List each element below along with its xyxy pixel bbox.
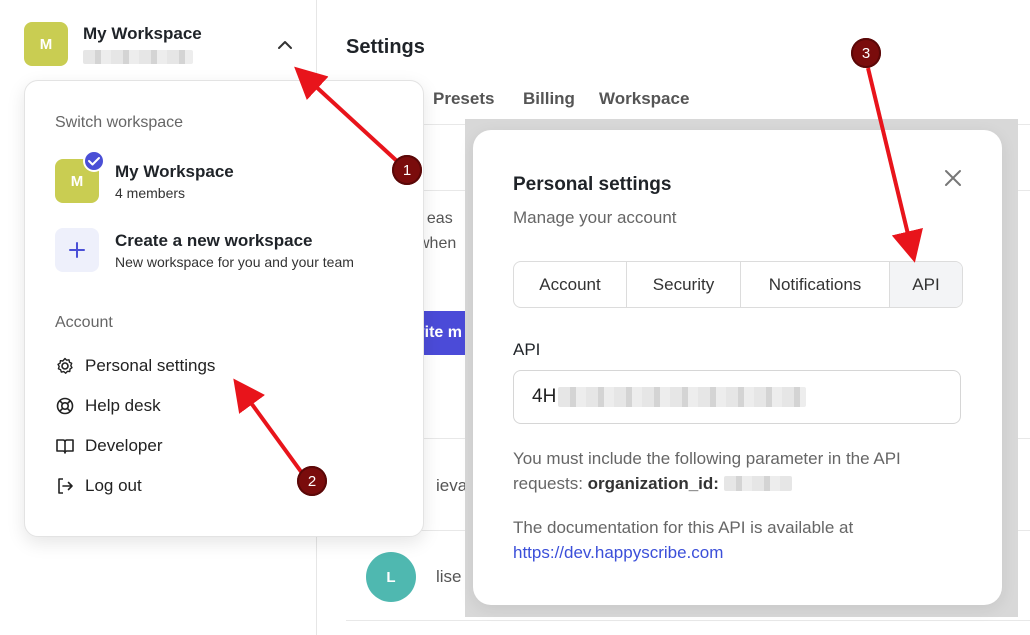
- modal-subtitle: Manage your account: [513, 208, 677, 227]
- plus-icon: [55, 228, 99, 272]
- row-divider: [346, 620, 1030, 621]
- tab-account[interactable]: Account: [514, 262, 627, 307]
- menu-item-personal-settings[interactable]: Personal settings: [55, 356, 215, 376]
- book-icon: [56, 439, 74, 454]
- create-workspace-item[interactable]: Create a new workspace New workspace for…: [55, 228, 405, 274]
- tab-notifications[interactable]: Notifications: [741, 262, 890, 307]
- lifebuoy-icon: [56, 397, 74, 415]
- workspace-name[interactable]: My Workspace: [83, 24, 202, 44]
- page-title: Settings: [346, 36, 425, 58]
- menu-item-label: Developer: [85, 436, 163, 455]
- annotation-badge-2: 2: [297, 466, 327, 496]
- documentation-link[interactable]: https://dev.happyscribe.com: [513, 543, 723, 562]
- tab-api[interactable]: API: [890, 262, 962, 307]
- member-name: lise: [436, 567, 462, 586]
- settings-tabs: Account Security Notifications API: [513, 261, 963, 308]
- personal-settings-modal: Personal settings Manage your account Ac…: [473, 130, 1002, 605]
- workspace-email-redacted: [83, 50, 193, 64]
- switch-workspace-heading: Switch workspace: [55, 114, 184, 131]
- logout-icon: [58, 478, 73, 494]
- organization-param: organization_id:: [587, 474, 719, 493]
- current-workspace-item[interactable]: M My Workspace 4 members: [55, 150, 395, 205]
- tab-workspace[interactable]: Workspace: [599, 89, 689, 109]
- api-key-prefix: 4H: [532, 386, 557, 407]
- modal-title: Personal settings: [513, 174, 672, 195]
- menu-item-developer[interactable]: Developer: [55, 436, 163, 456]
- api-key-field[interactable]: 4H: [513, 370, 961, 424]
- workspace-name: My Workspace: [115, 162, 234, 181]
- api-label: API: [513, 340, 541, 359]
- check-badge-icon: [83, 150, 105, 172]
- organization-id-redacted: [723, 476, 792, 491]
- workspace-dropdown: Switch workspace M My Workspace 4 member…: [24, 80, 424, 537]
- menu-item-label: Help desk: [85, 396, 161, 415]
- workspace-avatar[interactable]: M: [24, 22, 68, 66]
- annotation-badge-1: 1: [392, 155, 422, 185]
- account-heading: Account: [55, 314, 113, 331]
- api-key-redacted: [558, 387, 807, 407]
- create-workspace-subtitle: New workspace for you and your team: [115, 254, 354, 270]
- member-avatar: L: [366, 552, 416, 602]
- tab-security[interactable]: Security: [627, 262, 741, 307]
- member-name: ieva: [436, 476, 468, 495]
- create-workspace-title: Create a new workspace: [115, 231, 313, 250]
- tab-presets[interactable]: Presets: [433, 89, 494, 109]
- workspace-members: 4 members: [115, 185, 186, 201]
- chevron-up-icon[interactable]: [276, 36, 294, 54]
- annotation-badge-3: 3: [851, 38, 881, 68]
- api-info-text: You must include the following parameter…: [513, 449, 901, 493]
- menu-item-label: Personal settings: [85, 356, 216, 375]
- tab-billing[interactable]: Billing: [523, 89, 575, 109]
- menu-item-help-desk[interactable]: Help desk: [55, 396, 161, 416]
- close-icon[interactable]: [941, 166, 965, 190]
- menu-item-label: Log out: [85, 476, 142, 495]
- menu-item-log-out[interactable]: Log out: [55, 476, 142, 496]
- gear-icon: [57, 357, 73, 374]
- doc-info-text: The documentation for this API is availa…: [513, 518, 854, 562]
